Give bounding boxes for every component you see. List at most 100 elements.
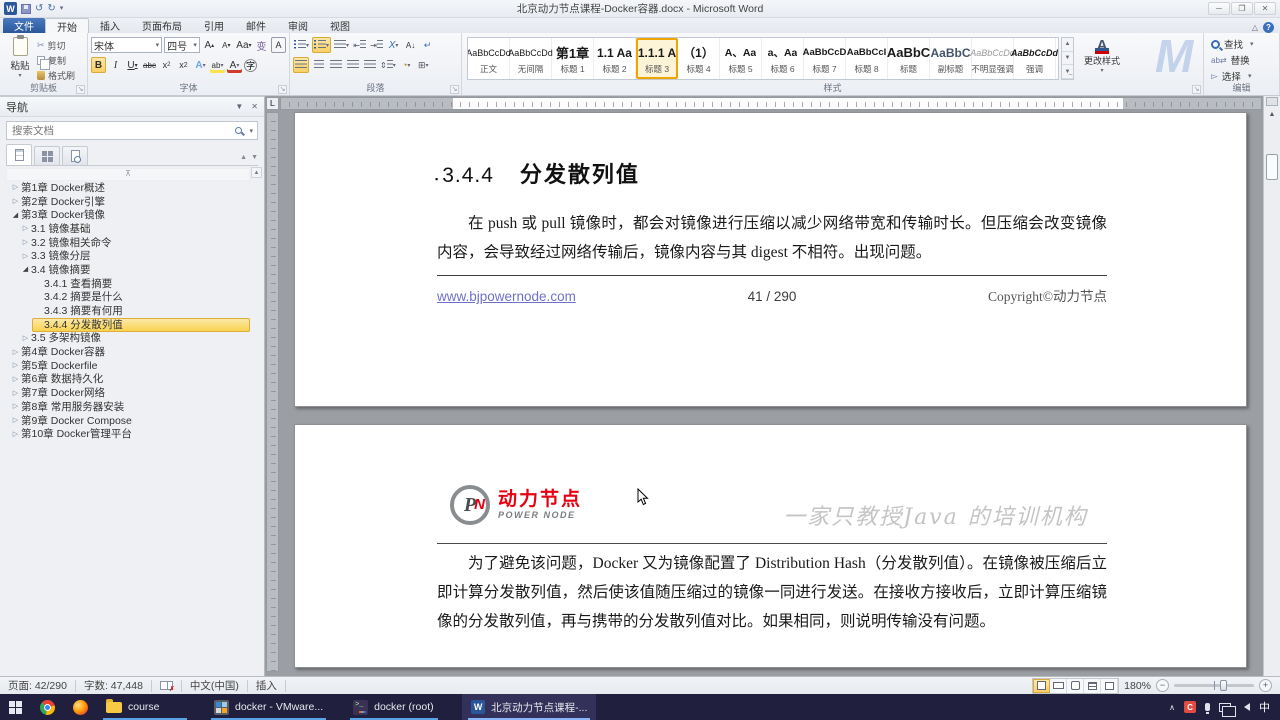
qat-dropdown-icon[interactable]: ▾ xyxy=(60,3,64,15)
font-family-combo[interactable]: 宋体 ▾ xyxy=(91,37,163,53)
expand-icon[interactable]: ▷ xyxy=(10,375,21,383)
zoom-level[interactable]: 180% xyxy=(1124,680,1151,692)
tab-review[interactable]: 审阅 xyxy=(277,18,319,33)
align-center-button[interactable] xyxy=(311,57,326,73)
fullscreen-reading-view-button[interactable] xyxy=(1050,678,1068,693)
subscript-button[interactable]: x2 xyxy=(159,57,174,73)
expand-icon[interactable]: ▷ xyxy=(20,252,31,260)
nav-item-ch1[interactable]: ▷ 第1章 Docker概述 xyxy=(6,181,250,195)
nav-item-ch8[interactable]: ▷ 第8章 常用服务器安装 xyxy=(6,400,250,414)
style-heading1[interactable]: 第1章 标题 1 xyxy=(552,38,594,79)
strikethrough-button[interactable]: abc xyxy=(142,57,157,73)
cut-button[interactable]: ✂ 剪切 xyxy=(37,39,75,52)
increase-indent-button[interactable]: ⇥ xyxy=(369,37,384,53)
document-search-box[interactable]: ▾ xyxy=(6,121,258,140)
nav-item-ch7[interactable]: ▷ 第7章 Docker网络 xyxy=(6,386,250,400)
style-emphasis[interactable]: AaBbCcDd 强调 xyxy=(1011,38,1058,79)
split-handle-icon[interactable] xyxy=(1266,97,1278,106)
paste-dropdown-icon[interactable]: ▾ xyxy=(18,72,21,79)
redo-icon[interactable]: ↻ xyxy=(47,3,55,15)
expand-icon[interactable]: ▷ xyxy=(10,183,21,191)
enclose-characters-button[interactable]: 字 xyxy=(244,58,257,72)
search-input[interactable] xyxy=(7,124,236,137)
search-options-icon[interactable]: ▾ xyxy=(249,127,253,135)
tab-home[interactable]: 开始 xyxy=(45,18,89,34)
highlight-color-button[interactable]: ab ▾ xyxy=(210,57,225,73)
browse-results-tab[interactable] xyxy=(62,146,88,165)
distribute-button[interactable] xyxy=(362,57,377,73)
nav-pane-scrollbar[interactable]: ▲ xyxy=(251,167,263,674)
nav-item-3-4-1[interactable]: 3.4.1 查看摘要 xyxy=(32,276,250,291)
sort-button[interactable]: A↓ xyxy=(403,37,418,53)
asian-layout-button[interactable]: X ▾ xyxy=(386,37,401,53)
nav-item-ch6[interactable]: ▷ 第6章 数据持久化 xyxy=(6,372,250,387)
show-marks-button[interactable]: ↵ xyxy=(420,37,435,53)
vmware-taskbar-button[interactable]: docker - VMware... xyxy=(205,694,332,720)
insert-mode-indicator[interactable]: 插入 xyxy=(248,679,286,692)
expand-icon[interactable]: ▷ xyxy=(10,197,21,205)
style-heading7[interactable]: AaBbCcD 标题 7 xyxy=(803,38,846,79)
style-heading8[interactable]: AaBbCcI 标题 8 xyxy=(846,38,888,79)
expand-icon[interactable]: ▷ xyxy=(20,238,31,246)
network-icon[interactable] xyxy=(1219,702,1236,717)
jump-to-top-icon[interactable]: ⊼ xyxy=(6,168,250,181)
zoom-slider-thumb[interactable] xyxy=(1220,680,1228,691)
document-page-1[interactable]: ▪ 3.4.4 分发散列值 在 push 或 pull 镜像时，都会对镜像进行压… xyxy=(294,112,1247,407)
collapse-icon[interactable]: ◢ xyxy=(20,265,31,273)
grow-font-button[interactable]: A ▴ xyxy=(202,37,217,53)
expand-icon[interactable]: ▷ xyxy=(20,334,31,342)
zoom-slider[interactable] xyxy=(1174,680,1254,691)
paste-button[interactable]: 粘贴 ▾ xyxy=(3,35,37,82)
change-case-button[interactable]: Aa ▾ xyxy=(236,37,252,53)
style-subtitle[interactable]: AaBbC 副标题 xyxy=(930,38,972,79)
nav-item-3-4-2[interactable]: 3.4.2 摘要是什么 xyxy=(32,290,250,305)
nav-item-ch10[interactable]: ▷ 第10章 Docker管理平台 xyxy=(6,427,250,442)
change-styles-button[interactable]: A 更改样式 ▾ xyxy=(1076,35,1128,82)
firefox-taskbar-button[interactable] xyxy=(64,694,97,720)
nav-scroll-up-icon[interactable]: ▲ xyxy=(251,167,262,178)
styles-scroll-up-icon[interactable]: ▲ xyxy=(1062,38,1073,52)
style-subtle-emphasis[interactable]: AaBbCcDd 不明显强调 xyxy=(970,38,1015,79)
multilevel-list-button[interactable]: ▾ xyxy=(333,37,350,53)
nav-item-3-4-4-selected[interactable]: 3.4.4 分发散列值 xyxy=(32,317,250,332)
footer-url-link[interactable]: www.bjpowernode.com xyxy=(437,289,660,304)
chrome-taskbar-button[interactable] xyxy=(31,694,64,720)
style-no-spacing[interactable]: AaBbCcDd 无间隔 xyxy=(508,38,553,79)
browse-headings-tab[interactable] xyxy=(6,144,32,165)
next-heading-icon[interactable]: ▼ xyxy=(251,154,258,161)
styles-gallery-scrollbar[interactable]: ▲ ▼ ▼̲ xyxy=(1061,37,1074,80)
style-heading2[interactable]: 1.1 Aa 标题 2 xyxy=(594,38,636,79)
replace-button[interactable]: ab⇄ 替换 xyxy=(1207,53,1276,68)
print-layout-view-button[interactable] xyxy=(1033,678,1051,693)
explorer-course-button[interactable]: course xyxy=(97,694,193,720)
nav-item-ch9[interactable]: ▷ 第9章 Docker Compose xyxy=(6,413,250,428)
characters-border-button[interactable]: A xyxy=(271,37,286,53)
vertical-ruler[interactable] xyxy=(266,112,279,672)
outline-view-button[interactable] xyxy=(1084,678,1102,693)
align-left-button[interactable] xyxy=(293,57,309,73)
superscript-button[interactable]: x2 xyxy=(176,57,191,73)
styles-scroll-down-icon[interactable]: ▼ xyxy=(1062,52,1073,66)
previous-heading-icon[interactable]: ▲ xyxy=(240,154,247,161)
search-icon[interactable] xyxy=(235,127,243,134)
font-color-button[interactable]: A ▾ xyxy=(227,57,242,73)
styles-dialog-launcher-icon[interactable]: ↘ xyxy=(1192,85,1201,94)
copy-button[interactable]: 复制 xyxy=(37,54,75,70)
nav-item-3-4[interactable]: ◢ 3.4 镜像摘要 xyxy=(19,263,250,277)
borders-button[interactable]: ⊞ ▾ xyxy=(416,57,431,73)
zoom-in-icon[interactable]: + xyxy=(1259,679,1272,692)
style-heading5[interactable]: A、Aa 标题 5 xyxy=(720,38,762,79)
phonetic-guide-button[interactable]: 变 xyxy=(254,37,269,53)
nav-item-ch4[interactable]: ▷ 第4章 Docker容器 xyxy=(6,345,250,359)
expand-icon[interactable]: ▷ xyxy=(10,389,21,397)
nav-item-3-4-3[interactable]: 3.4.3 摘要有何用 xyxy=(32,304,250,318)
style-heading6[interactable]: a、Aa 标题 6 xyxy=(762,38,804,79)
shading-button[interactable]: ◔ ▾ xyxy=(399,57,414,73)
find-button[interactable]: 查找 xyxy=(1207,37,1276,51)
font-dialog-launcher-icon[interactable]: ↘ xyxy=(278,85,287,94)
tab-references[interactable]: 引用 xyxy=(193,18,235,33)
paragraph-dialog-launcher-icon[interactable]: ↘ xyxy=(450,85,459,94)
tab-stop-selector[interactable]: L xyxy=(266,97,279,110)
zoom-out-icon[interactable]: − xyxy=(1156,679,1169,692)
nav-item-3-3[interactable]: ▷ 3.3 镜像分层 xyxy=(19,249,250,264)
